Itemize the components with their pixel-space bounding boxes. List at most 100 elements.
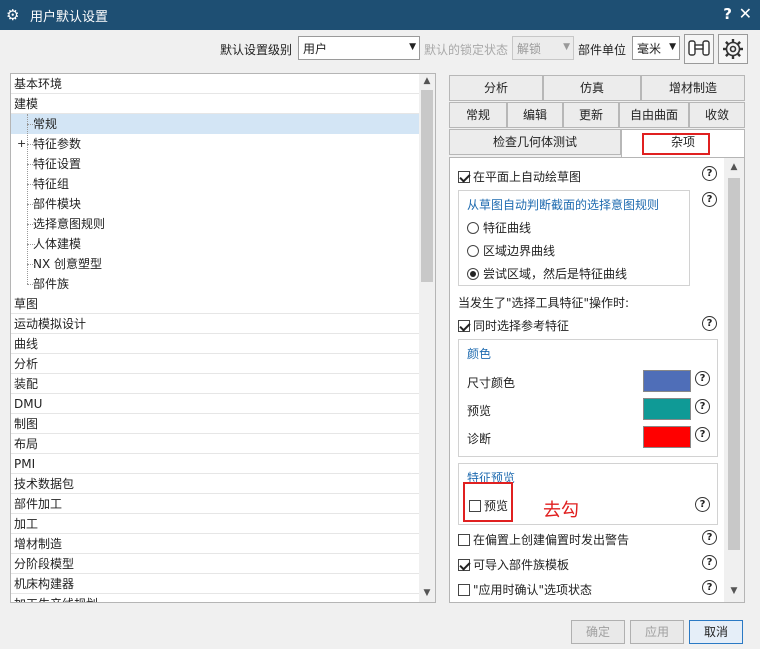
radio-region-boundary[interactable]: 区域边界曲线 bbox=[467, 242, 555, 260]
scroll-down-icon[interactable]: ▼ bbox=[724, 586, 744, 596]
select-reference-option[interactable]: 同时选择参考特征 bbox=[458, 317, 569, 335]
tree-item[interactable]: 部件加工 bbox=[11, 494, 419, 514]
tree-item-label: PMI bbox=[14, 457, 36, 471]
tree-item[interactable]: DMU bbox=[11, 394, 419, 414]
level-select[interactable]: 用户 ▼ bbox=[298, 36, 420, 60]
diagnostic-color-swatch[interactable] bbox=[643, 426, 691, 448]
settings-button[interactable] bbox=[718, 34, 748, 64]
tree-item[interactable]: 草图 bbox=[11, 294, 419, 314]
tree-item[interactable]: 制图 bbox=[11, 414, 419, 434]
radio-region-boundary-button[interactable] bbox=[467, 245, 479, 257]
preview-color-label: 预览 bbox=[467, 404, 492, 418]
help-icon[interactable]: ? bbox=[702, 166, 717, 181]
importable-template-option[interactable]: 可导入部件族模板 bbox=[458, 556, 569, 574]
tree-item[interactable]: 分阶段模型 bbox=[11, 554, 419, 574]
tab-update[interactable]: 更新 bbox=[563, 102, 619, 128]
panel-scrollbar[interactable]: ▲ ▼ bbox=[724, 158, 744, 602]
radio-try-region[interactable]: 尝试区域，然后是特征曲线 bbox=[467, 265, 627, 283]
lock-select[interactable]: 解锁 ▼ bbox=[512, 36, 574, 60]
color-group-title: 颜色 bbox=[467, 347, 492, 361]
tree-item[interactable]: 机床构建器 bbox=[11, 574, 419, 594]
tree-item[interactable]: 特征组 bbox=[11, 174, 419, 194]
tree-scrollbar[interactable]: ▲ ▼ bbox=[419, 74, 435, 602]
tree-item[interactable]: 常规 bbox=[11, 114, 419, 134]
tree-item-label: 技术数据包 bbox=[14, 477, 75, 491]
tree-item[interactable]: 运动模拟设计 bbox=[11, 314, 419, 334]
tab-additive[interactable]: 增材制造 bbox=[641, 75, 745, 101]
tree-item[interactable]: 加工生产线规划 bbox=[11, 594, 419, 602]
tab-misc[interactable]: 杂项 bbox=[621, 129, 745, 159]
help-icon[interactable]: ? bbox=[702, 316, 717, 331]
highlight-box bbox=[642, 133, 710, 155]
help-icon[interactable]: ? bbox=[723, 5, 732, 23]
cancel-button[interactable]: 取消 bbox=[689, 620, 743, 644]
confirm-apply-option[interactable]: "应用时确认"选项状态 bbox=[458, 581, 592, 599]
tab-simulation[interactable]: 仿真 bbox=[543, 75, 641, 101]
tab-general[interactable]: 常规 bbox=[449, 102, 507, 128]
warn-offset-checkbox[interactable] bbox=[458, 534, 470, 546]
close-icon[interactable]: ✕ bbox=[739, 4, 752, 23]
radio-try-region-button[interactable] bbox=[467, 268, 479, 280]
help-icon[interactable]: ? bbox=[695, 399, 710, 414]
radio-feature-curve[interactable]: 特征曲线 bbox=[467, 219, 531, 237]
help-icon[interactable]: ? bbox=[695, 371, 710, 386]
confirm-apply-checkbox[interactable] bbox=[458, 584, 470, 596]
tab-check-geometry[interactable]: 检查几何体测试 bbox=[449, 129, 621, 155]
auto-sketch-option[interactable]: 在平面上自动绘草图 bbox=[458, 168, 581, 186]
tree-item[interactable]: 技术数据包 bbox=[11, 474, 419, 494]
tree-item[interactable]: 选择意图规则 bbox=[11, 214, 419, 234]
tree-item[interactable]: 部件族 bbox=[11, 274, 419, 294]
expand-icon[interactable]: + bbox=[17, 134, 26, 154]
importable-template-checkbox[interactable] bbox=[458, 559, 470, 571]
tree-item[interactable]: 特征参数 + bbox=[11, 134, 419, 154]
binoculars-button[interactable] bbox=[684, 34, 714, 64]
category-tree[interactable]: 基本环境建模常规 特征参数 + 特征设置 特征组部件模块选择意图规则 人体建模 NX 创意塑… bbox=[10, 73, 436, 603]
help-icon[interactable]: ? bbox=[702, 530, 717, 545]
auto-sketch-label: 在平面上自动绘草图 bbox=[473, 170, 582, 184]
tree-item-label: 建模 bbox=[14, 97, 39, 111]
tree-item[interactable]: PMI bbox=[11, 454, 419, 474]
tree-item[interactable]: 布局 bbox=[11, 434, 419, 454]
panel-scroll-thumb[interactable] bbox=[728, 178, 740, 550]
tab-freeform[interactable]: 自由曲面 bbox=[619, 102, 689, 128]
tree-item-label: 部件模块 bbox=[33, 197, 82, 211]
help-icon[interactable]: ? bbox=[702, 580, 717, 595]
tree-item[interactable]: 人体建模 bbox=[11, 234, 419, 254]
scroll-up-icon[interactable]: ▲ bbox=[724, 162, 744, 172]
tab-analysis[interactable]: 分析 bbox=[449, 75, 543, 101]
tree-item[interactable]: 增材制造 bbox=[11, 534, 419, 554]
scroll-up-icon[interactable]: ▲ bbox=[419, 76, 435, 86]
level-value: 用户 bbox=[303, 42, 328, 56]
auto-sketch-checkbox[interactable] bbox=[458, 171, 470, 183]
intent-rule-title: 从草图自动判断截面的选择意图规则 bbox=[467, 198, 660, 212]
tree-item[interactable]: 加工 bbox=[11, 514, 419, 534]
help-icon[interactable]: ? bbox=[702, 555, 717, 570]
tab-edit[interactable]: 编辑 bbox=[507, 102, 563, 128]
radio-feature-curve-button[interactable] bbox=[467, 222, 479, 234]
warn-offset-option[interactable]: 在偏置上创建偏置时发出警告 bbox=[458, 531, 629, 549]
ok-button[interactable]: 确定 bbox=[571, 620, 625, 644]
tree-item[interactable]: 分析 bbox=[11, 354, 419, 374]
tree-item[interactable]: 部件模块 bbox=[11, 194, 419, 214]
unit-select[interactable]: 毫米 ▼ bbox=[632, 36, 680, 60]
apply-button[interactable]: 应用 bbox=[630, 620, 684, 644]
select-reference-checkbox[interactable] bbox=[458, 320, 470, 332]
dimension-color-swatch[interactable] bbox=[643, 370, 691, 392]
tab-converge[interactable]: 收敛 bbox=[689, 102, 745, 128]
tree-item[interactable]: 曲线 bbox=[11, 334, 419, 354]
tree-item[interactable]: 基本环境 bbox=[11, 74, 419, 94]
preview-color-swatch[interactable] bbox=[643, 398, 691, 420]
intent-rule-group: 从草图自动判断截面的选择意图规则 特征曲线 区域边界曲线 尝试区域，然后是特征曲… bbox=[458, 190, 690, 286]
tree-item[interactable]: 装配 bbox=[11, 374, 419, 394]
help-icon[interactable]: ? bbox=[695, 497, 710, 512]
tree-item[interactable]: 建模 bbox=[11, 94, 419, 114]
help-icon[interactable]: ? bbox=[695, 427, 710, 442]
select-reference-label: 同时选择参考特征 bbox=[473, 319, 570, 333]
tree-item[interactable]: NX 创意塑型 bbox=[11, 254, 419, 274]
scroll-down-icon[interactable]: ▼ bbox=[419, 588, 435, 598]
tree-item[interactable]: 特征设置 bbox=[11, 154, 419, 174]
tree-scroll-thumb[interactable] bbox=[421, 90, 433, 282]
lock-value: 解锁 bbox=[517, 42, 542, 56]
help-icon[interactable]: ? bbox=[702, 192, 717, 207]
tree-item-label: 增材制造 bbox=[14, 537, 63, 551]
